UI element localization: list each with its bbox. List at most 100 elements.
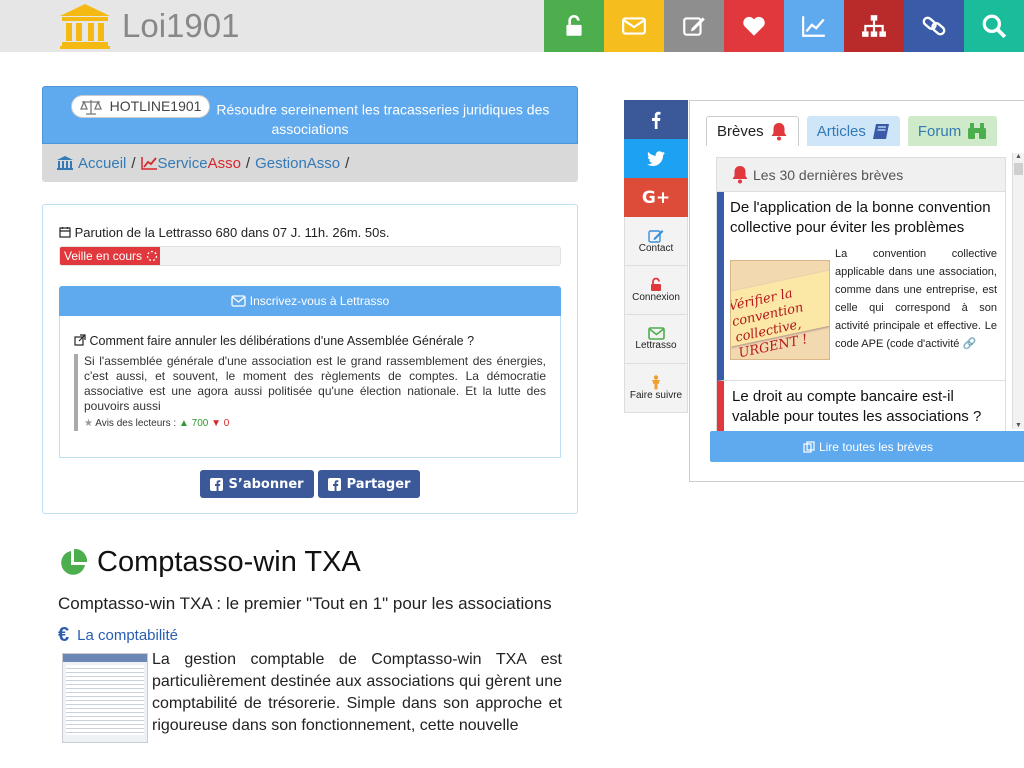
unlock-icon [651,277,661,291]
login-nav-button[interactable] [544,0,604,52]
contact-label: Contact [638,243,674,254]
bell-icon [771,123,787,141]
link-icon[interactable]: 🔗 [962,338,976,350]
follow-label: Faire suivre [629,390,683,401]
parution-countdown: Parution de la Lettrasso 680 dans 07 J. … [59,225,561,240]
breadcrumb: Accueil / ServiceAsso / GestionAsso / [42,144,578,182]
comptabilite-body: La gestion comptable de Comptasso-win TX… [58,649,562,743]
comptasso-title-text: Comptasso-win TXA [97,546,361,578]
heart-icon [743,16,765,36]
thumbs-up-icon[interactable]: ▲ [179,418,189,429]
calendar-icon [59,227,71,238]
pie-chart-icon [61,548,88,575]
feed-scrollbar[interactable]: ▲ ▼ [1012,153,1024,429]
unlock-icon [566,14,582,36]
connexion-action[interactable]: Connexion [624,266,688,315]
facebook-share-button[interactable]: Partager [317,470,421,498]
mail-nav-button[interactable] [604,0,664,52]
tab-articles[interactable]: Articles [806,116,900,146]
star-icon: ★ [84,418,93,429]
sabonner-label: S’abonner [228,476,304,492]
reader-ratings: ★ Avis des lecteurs : ▲ 700 ▼ 0 [84,416,546,431]
comptabilite-label: La comptabilité [77,627,179,644]
breve-item[interactable]: Le droit au compte bancaire est-il valab… [717,381,1005,431]
comptabilite-link[interactable]: € La comptabilité [58,624,562,647]
lettrasso-label: Lettrasso [635,340,677,351]
tab-forum[interactable]: Forum [907,116,998,146]
edit-icon [683,17,705,36]
featured-article: Comment faire annuler les délibérations … [59,316,561,458]
read-all-label: Lire toutes les brèves [818,439,934,454]
breadcrumb-service-text: Service [157,154,208,172]
tab-breves[interactable]: Brèves [706,116,799,146]
site-logo[interactable]: Loi1901 [58,2,239,50]
scroll-down-arrow[interactable]: ▼ [1013,422,1024,429]
left-column: HOTLINE1901 Résoudre sereinement les tra… [42,86,578,182]
breve-image[interactable]: Vérifier la convention collective, URGEN… [730,260,830,360]
software-screenshot-thumbnail[interactable] [62,653,148,743]
lettrasso-panel: Parution de la Lettrasso 680 dans 07 J. … [42,204,578,514]
comptasso-subtitle: Comptasso-win TXA : le premier "Tout en … [58,594,552,613]
googleplus-share-link[interactable]: G+ [624,178,688,217]
breve-title[interactable]: Le droit au compte bancaire est-il valab… [732,387,997,427]
featured-article-excerpt-text: Si l'assemblée générale d'une associatio… [84,354,546,413]
news-panel: Brèves Articles Forum Les 30 dernières b… [689,100,1024,482]
tab-articles-label: Articles [816,122,866,140]
facebook-icon [652,111,661,129]
contact-action[interactable]: Contact [624,217,688,266]
top-nav [544,0,1024,52]
stats-nav-button[interactable] [784,0,844,52]
breadcrumb-home[interactable]: Accueil [78,155,126,172]
feed-header: Les 30 dernières brèves [717,158,1005,192]
share-sidebar: G+ Contact Connexion Lettrasso Faire sui… [624,100,688,413]
lettrasso-action[interactable]: Lettrasso [624,315,688,364]
facebook-subscribe-button[interactable]: S’abonner [199,470,314,498]
search-nav-button[interactable] [964,0,1024,52]
veille-progress-bar: Veille en cours [60,247,160,265]
veille-progress: Veille en cours [59,246,561,266]
sitemap-icon [862,15,886,37]
read-all-breves-button[interactable]: Lire toutes les brèves [710,431,1024,462]
euro-icon: € [58,624,70,646]
breadcrumb-gestion-asso[interactable]: GestionAsso [255,155,340,172]
links-nav-button[interactable] [904,0,964,52]
edit-nav-button[interactable] [664,0,724,52]
avis-label: Avis des lecteurs : [95,418,177,429]
person-icon [652,375,660,390]
news-tabs: Brèves Articles Forum [706,116,998,146]
scroll-thumb[interactable] [1014,163,1023,175]
breve-title[interactable]: De l'application de la bonne convention … [730,198,997,238]
search-icon [982,14,1007,39]
hotline-banner[interactable]: HOTLINE1901 Résoudre sereinement les tra… [42,86,578,144]
favorites-nav-button[interactable] [724,0,784,52]
copy-icon [803,440,815,453]
thumbs-down-icon[interactable]: ▼ [211,418,221,429]
sitemap-nav-button[interactable] [844,0,904,52]
twitter-share-link[interactable] [624,139,688,178]
breadcrumb-service-asso[interactable]: ServiceAsso [158,155,241,172]
scroll-up-arrow[interactable]: ▲ [1013,153,1024,160]
hotline-badge[interactable]: HOTLINE1901 [70,95,211,118]
breve-item[interactable]: De l'application de la bonne convention … [717,192,1005,381]
chart-icon [802,16,825,37]
breve-body: Vérifier la convention collective, URGEN… [730,245,997,360]
featured-article-excerpt: Si l'assemblée générale d'une associatio… [74,354,546,431]
tab-forum-label: Forum [917,122,962,140]
facebook-icon [209,477,223,491]
facebook-share-link[interactable] [624,100,688,139]
scales-icon [79,99,102,115]
chart-line-icon [140,157,157,170]
veille-label: Veille en cours [64,249,143,263]
binoculars-icon [968,123,987,139]
subscribe-lettrasso-button[interactable]: Inscrivez-vous à Lettrasso [59,286,561,316]
home-institution-icon [57,156,73,170]
likes-count: 700 [191,418,209,429]
breadcrumb-separator: / [131,154,136,172]
breves-feed[interactable]: Les 30 dernières brèves De l'application… [716,157,1006,432]
comptabilite-text: La gestion comptable de Comptasso-win TX… [152,651,562,734]
bell-icon [732,166,748,184]
follow-action[interactable]: Faire suivre [624,364,688,413]
top-bar: Loi1901 [0,0,1024,52]
book-icon [872,123,889,139]
featured-article-title[interactable]: Comment faire annuler les délibérations … [74,334,546,348]
